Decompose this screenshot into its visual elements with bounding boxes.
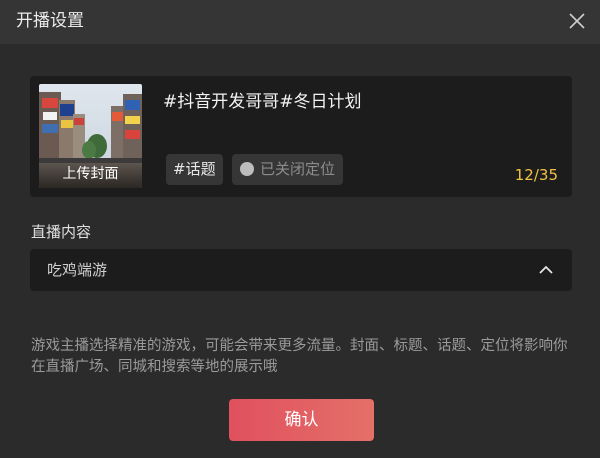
location-chip-label: 已关闭定位 [260,160,336,178]
close-button[interactable] [566,10,588,32]
topic-chip[interactable]: #话题 [166,154,223,185]
location-off-icon [240,162,254,176]
dialog-title: 开播设置 [16,11,84,31]
chevron-up-icon [539,265,553,274]
confirm-button[interactable]: 确认 [229,399,374,441]
dialog-titlebar: 开播设置 [0,0,600,44]
live-settings-dialog: 开播设置 上传封面 #抖音开发哥哥#冬日计划 #话题 已关闭定位 12/35 直… [0,0,600,458]
close-icon [569,13,585,29]
title-char-counter: 12/35 [514,166,558,184]
cover-upload[interactable]: 上传封面 [39,84,142,188]
stream-title[interactable]: #抖音开发哥哥#冬日计划 [163,90,362,114]
selected-game: 吃鸡端游 [47,261,108,279]
upload-cover-label: 上传封面 [39,162,142,188]
stream-info-card: 上传封面 #抖音开发哥哥#冬日计划 #话题 已关闭定位 12/35 [30,76,572,197]
live-content-select[interactable]: 吃鸡端游 [30,249,572,291]
location-chip[interactable]: 已关闭定位 [232,154,344,185]
hint-text: 游戏主播选择精准的游戏，可能会带来更多流量。封面、标题、话题、定位将影响你在直播… [31,338,568,375]
live-content-label: 直播内容 [31,223,92,241]
